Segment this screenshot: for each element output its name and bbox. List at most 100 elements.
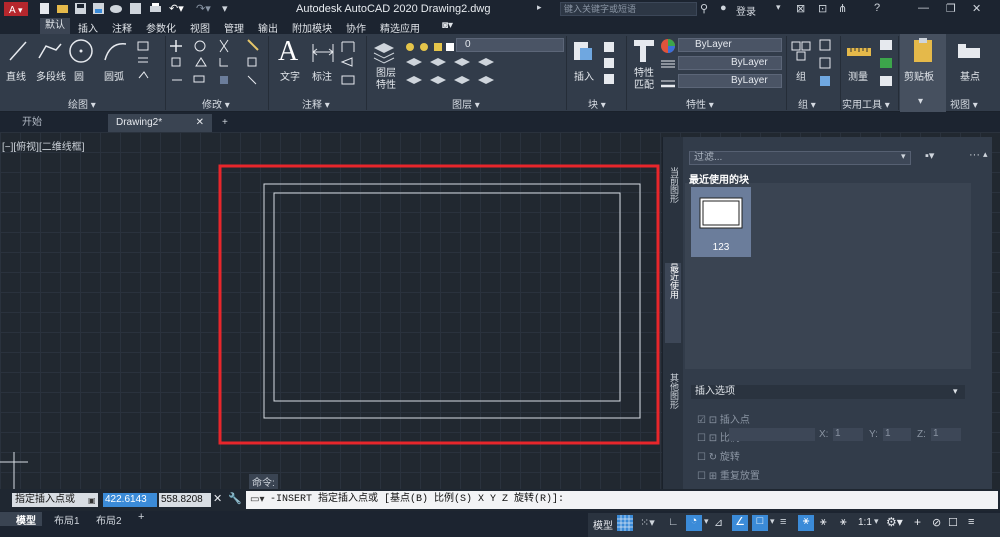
properties-panel-label[interactable]: 特性 ▾ xyxy=(686,96,714,111)
exchange-icon[interactable]: ⊠ xyxy=(796,2,809,15)
polar-dropdown-icon[interactable]: ▾ xyxy=(704,516,709,527)
base-view-button[interactable]: 基点 xyxy=(960,68,980,83)
palette-more-icon[interactable]: ··· xyxy=(969,149,980,161)
annotation-small-tools[interactable] xyxy=(340,38,360,90)
layer-dropdown[interactable]: 0 xyxy=(456,38,564,52)
save-as-icon[interactable] xyxy=(92,2,105,15)
customize-status-icon[interactable]: ≡ xyxy=(968,516,974,528)
lineweight-toggle-icon[interactable]: ≡ xyxy=(780,516,786,528)
workspace-icon[interactable]: ⚙▾ xyxy=(886,515,903,529)
lineweight-dropdown[interactable]: ByLayer xyxy=(678,74,782,88)
polyline-icon[interactable] xyxy=(36,40,64,65)
color-dropdown[interactable]: ByLayer xyxy=(678,38,782,52)
circle-button[interactable]: 圆 xyxy=(74,68,84,83)
insert-button[interactable]: 插入 xyxy=(574,68,594,83)
redo-icon[interactable]: ↷▾ xyxy=(196,2,211,15)
scale-y-input[interactable]: 1 xyxy=(883,428,911,441)
filter-dropdown-icon[interactable]: ▾ xyxy=(901,151,906,162)
annotation-panel-label[interactable]: 注释 ▾ xyxy=(302,96,330,111)
clipboard-dropdown-icon[interactable]: ▾ xyxy=(918,96,923,107)
isodraft-icon[interactable]: ⊿ xyxy=(714,516,723,529)
annotation-monitor-icon[interactable]: + xyxy=(914,515,921,529)
tab-layout2[interactable]: 布局2 xyxy=(96,512,122,527)
arc-icon[interactable] xyxy=(102,40,128,65)
login-link[interactable]: 登录 xyxy=(736,3,756,18)
color-wheel-icon[interactable] xyxy=(660,38,676,57)
tab-insert[interactable]: 插入 xyxy=(78,20,98,35)
model-space-button[interactable]: 模型 xyxy=(593,517,613,532)
insert-options-header[interactable]: 插入选项 xyxy=(691,385,965,399)
side-tab-current-drawing[interactable]: 当前图形 xyxy=(665,167,681,203)
tab-output[interactable]: 输出 xyxy=(258,20,278,35)
polar-icon[interactable]: ◔ xyxy=(686,515,702,531)
tab-manage[interactable]: 管理 xyxy=(224,20,244,35)
prompt-dropdown-icon[interactable]: ▣ xyxy=(88,496,96,505)
line-icon[interactable] xyxy=(8,40,28,65)
save-icon[interactable] xyxy=(74,2,87,15)
more-arrow-icon[interactable]: ▸ xyxy=(537,2,550,15)
undo-icon[interactable]: ↶▾ xyxy=(169,2,184,15)
annotation-visibility-icon[interactable]: ⚹ xyxy=(798,515,814,531)
ortho-icon[interactable]: ∟ xyxy=(668,516,679,528)
scale-dropdown-icon[interactable]: ▾ xyxy=(874,516,879,527)
lineweight-icon[interactable] xyxy=(660,78,676,93)
command-input[interactable]: -INSERT 指定插入点或 [基点(B) 比例(S) X Y Z 旋转(R)]… xyxy=(246,491,998,509)
restore-icon[interactable]: ❐ xyxy=(946,2,959,15)
tab-featured-apps[interactable]: 精选应用 xyxy=(380,20,420,35)
object-snap-icon[interactable]: □ xyxy=(752,515,768,531)
open-file-icon[interactable] xyxy=(56,2,69,15)
block-panel-label[interactable]: 块 ▾ xyxy=(588,96,606,111)
line-button[interactable]: 直线 xyxy=(6,68,26,83)
tab-parametric[interactable]: 参数化 xyxy=(146,20,176,35)
customize-command-icon[interactable]: 🔧 xyxy=(228,492,242,505)
minimize-icon[interactable]: — xyxy=(918,2,931,15)
groups-panel-label[interactable]: 组 ▾ xyxy=(798,96,816,111)
scale-dropdown[interactable]: 1:1 xyxy=(858,517,872,528)
tab-annotate[interactable]: 注释 xyxy=(112,20,132,35)
view-panel-label[interactable]: 视图 ▾ xyxy=(950,96,978,111)
block-small-tools[interactable] xyxy=(602,40,622,86)
command-history-icon[interactable]: ▭▾ xyxy=(250,494,264,505)
dimension-button[interactable]: 标注 xyxy=(312,68,332,83)
add-layout-icon[interactable]: + xyxy=(138,511,144,523)
layer-properties-button[interactable]: 图层 特性 xyxy=(376,68,396,92)
grid-icon[interactable] xyxy=(617,515,633,531)
close-command-icon[interactable]: ✕ xyxy=(213,492,222,505)
group-button[interactable]: 组 xyxy=(796,68,806,83)
modify-panel-label[interactable]: 修改 ▾ xyxy=(202,96,230,111)
new-tab-icon[interactable]: + xyxy=(214,114,236,132)
search-icon[interactable]: ⚲ xyxy=(700,2,713,15)
scale-x-input[interactable]: 1 xyxy=(833,428,863,441)
snap-icon[interactable]: ⁙▾ xyxy=(640,516,655,529)
option-rotation[interactable]: ☐ ↻ 旋转 xyxy=(697,448,740,463)
utilities-small-tools[interactable] xyxy=(878,38,896,90)
layers-panel-label[interactable]: 图层 ▾ xyxy=(452,96,480,111)
user-icon[interactable]: ● xyxy=(720,2,733,15)
print-icon[interactable] xyxy=(149,2,162,15)
units-icon[interactable]: ⊘ xyxy=(932,516,941,529)
insert-block-icon[interactable] xyxy=(572,38,596,69)
new-file-icon[interactable] xyxy=(38,2,51,15)
match-properties-button[interactable]: 特性 匹配 xyxy=(634,68,654,92)
modify-tools[interactable] xyxy=(170,38,264,90)
circle-icon[interactable] xyxy=(68,38,94,67)
isolate-objects-icon[interactable]: ☐ xyxy=(948,516,958,529)
filter-input[interactable]: 过滤... xyxy=(689,151,911,165)
close-icon[interactable]: ✕ xyxy=(972,2,985,15)
osnap-dropdown-icon[interactable]: ▾ xyxy=(770,516,775,527)
polyline-button[interactable]: 多段线 xyxy=(36,68,66,83)
cart-icon[interactable]: ⊡ xyxy=(818,2,831,15)
layer-properties-icon[interactable] xyxy=(372,40,396,67)
group-small-tools[interactable] xyxy=(816,38,838,90)
linetype-icon[interactable] xyxy=(660,58,676,73)
view-options-icon[interactable]: ▪▾ xyxy=(925,149,934,162)
palette-scroll-icon[interactable]: ▴ xyxy=(983,149,988,160)
connect-icon[interactable]: ⋔ xyxy=(838,2,851,15)
measure-button[interactable]: 测量 xyxy=(848,68,868,83)
group-icon[interactable] xyxy=(790,40,812,67)
clipboard-button[interactable]: 剪贴板 xyxy=(904,68,934,83)
login-dropdown-icon[interactable]: ▾ xyxy=(776,2,789,15)
arc-button[interactable]: 圆弧 xyxy=(104,68,124,83)
web-mobile-icon[interactable] xyxy=(129,2,142,15)
tab-model[interactable]: 模型 xyxy=(16,512,36,527)
